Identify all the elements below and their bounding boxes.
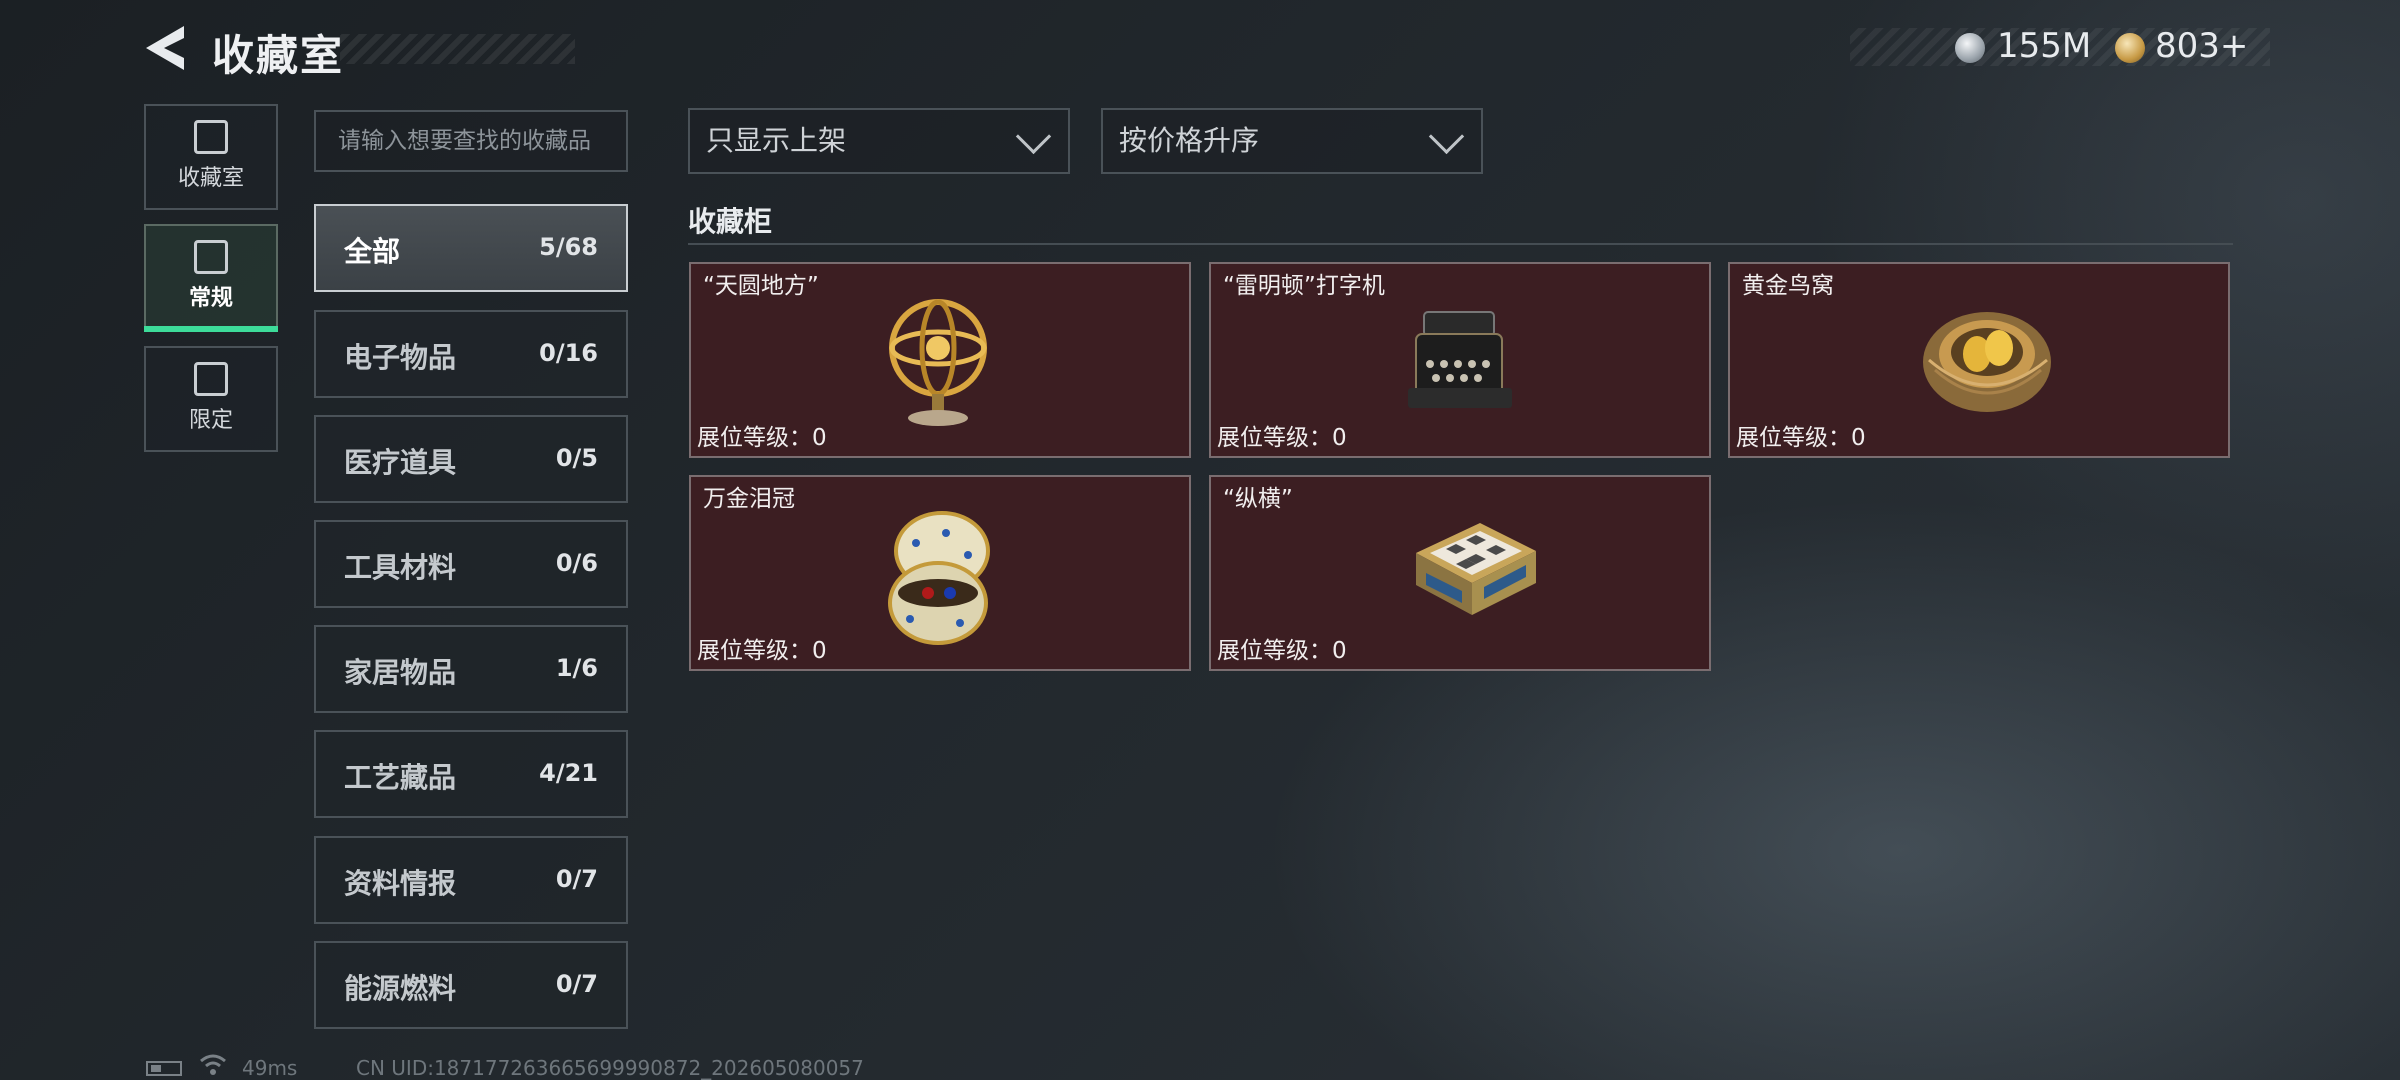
chevron-down-icon [1428,118,1465,155]
regular-icon [194,240,228,274]
chess-box-icon [1416,523,1536,615]
item-card[interactable]: 万金泪冠 展位等级：0 [689,475,1191,671]
category-electronics[interactable]: 电子物品 0/16 [314,310,628,398]
chevron-down-icon [1015,118,1052,155]
category-all[interactable]: 全部 5/68 [314,204,628,292]
category-name: 工具材料 [344,551,457,584]
active-indicator [144,326,278,332]
category-name: 工艺藏品 [344,761,457,794]
golden-nest-icon [1923,312,2051,412]
sort-dropdown[interactable]: 按价格升序 [1101,108,1483,174]
wifi-icon [200,1054,226,1075]
display-level: 展位等级：0 [697,425,827,451]
category-name: 能源燃料 [344,972,457,1005]
category-crafts[interactable]: 工艺藏品 4/21 [314,730,628,818]
silver-currency-amount: 155M [1997,26,2092,66]
nav-label: 限定 [188,408,233,433]
page-title: 收藏室 [212,31,345,80]
item-name: “纵横” [1223,486,1293,512]
item-card[interactable]: “天圆地方” 展位等级：0 [689,262,1191,458]
battery-icon [146,1061,182,1076]
category-count: 0/6 [555,549,598,577]
silver-coin-icon [1955,33,1985,63]
display-level: 展位等级：0 [1217,638,1347,664]
item-name: “天圆地方” [703,273,819,299]
category-count: 0/16 [539,339,598,367]
category-count: 0/7 [555,970,598,998]
nav-label: 收藏室 [177,166,244,191]
category-intel[interactable]: 资料情报 0/7 [314,836,628,924]
category-name: 医疗道具 [344,446,457,479]
nav-label: 常规 [188,286,233,311]
category-count: 0/7 [555,865,598,893]
nav-regular[interactable]: 常规 [144,224,278,332]
item-name: “雷明顿”打字机 [1223,273,1385,299]
item-name: 万金泪冠 [703,486,795,512]
category-medical[interactable]: 医疗道具 0/5 [314,415,628,503]
item-card[interactable]: “雷明顿”打字机 展位等级：0 [1209,262,1711,458]
display-level: 展位等级：0 [1736,425,1866,451]
category-tools[interactable]: 工具材料 0/6 [314,520,628,608]
category-count: 0/5 [555,444,598,472]
category-household[interactable]: 家居物品 1/6 [314,625,628,713]
gold-coin-icon [2115,33,2145,63]
category-name: 全部 [344,235,401,268]
dropdown-value: 按价格升序 [1119,124,1260,157]
category-name: 家居物品 [344,656,457,689]
uid-text: CN UID:187177263665699990872_20260508005… [356,1056,864,1080]
collection-room-icon [194,120,228,154]
back-arrow-icon[interactable] [140,22,190,74]
category-name: 资料情报 [344,867,457,900]
display-level: 展位等级：0 [1217,425,1347,451]
ping-text: 49ms [242,1056,298,1080]
section-title: 收藏柜 [688,205,773,238]
category-count: 4/21 [539,759,598,787]
armillary-sphere-icon [889,299,987,426]
gold-currency-amount[interactable]: 803+ [2155,26,2248,66]
limited-icon [194,362,228,396]
category-name: 电子物品 [344,341,457,374]
dropdown-value: 只显示上架 [706,124,847,157]
item-card[interactable]: 黄金鸟窝 展位等级：0 [1728,262,2230,458]
typewriter-icon [1408,311,1512,408]
category-count: 1/6 [555,654,598,682]
item-name: 黄金鸟窝 [1742,273,1834,299]
search-input[interactable]: 请输入想要查找的收藏品 [314,110,628,172]
category-energy[interactable]: 能源燃料 0/7 [314,941,628,1029]
category-count: 5/68 [539,233,598,261]
title-decoration [340,34,575,64]
item-card[interactable]: “纵横” 展位等级：0 [1209,475,1711,671]
nav-collection-room[interactable]: 收藏室 [144,104,278,210]
jeweled-egg-icon [888,511,990,645]
display-filter-dropdown[interactable]: 只显示上架 [688,108,1070,174]
display-level: 展位等级：0 [697,638,827,664]
nav-limited[interactable]: 限定 [144,346,278,452]
section-divider [688,243,2233,245]
